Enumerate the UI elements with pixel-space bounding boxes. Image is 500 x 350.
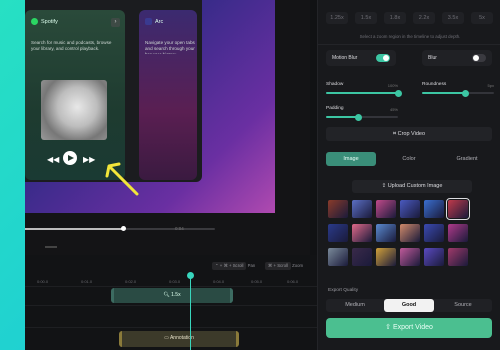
wallpaper-swatch[interactable]: [328, 224, 348, 242]
settings-panel: 1.25x 1.5x 1.8x 2.2x 3.5x 5x Select a zo…: [317, 0, 500, 350]
playback-scrubber[interactable]: 0:04: [25, 226, 310, 240]
current-time: 0:04: [175, 226, 184, 231]
zoom-level-option[interactable]: 2.2x: [413, 12, 435, 24]
roundness-slider[interactable]: Roundness 5px: [422, 80, 494, 102]
zoom-level-option[interactable]: 5x: [471, 12, 493, 24]
spotify-title: Spotify: [41, 19, 58, 25]
background-tabs: Image Color Gradient: [326, 152, 492, 166]
timeline: ⌃ + ⌘ + Scroll Pan ⌘ + Scroll Zoom 0:00.…: [25, 255, 343, 350]
wallpaper-swatch[interactable]: [352, 224, 372, 242]
play-button[interactable]: [63, 151, 77, 165]
annotation-clip[interactable]: ▭ Annotation: [119, 331, 239, 347]
playhead-handle[interactable]: [187, 272, 194, 279]
annotation-arrow-icon: [105, 162, 139, 196]
roundness-slider-handle[interactable]: [461, 89, 469, 97]
upload-custom-image-button[interactable]: ⇪ Upload Custom Image: [352, 180, 472, 193]
padding-slider-handle[interactable]: [354, 113, 362, 121]
blur-switch[interactable]: [472, 54, 486, 62]
preview-canvas: Spotify › Search for music and podcasts,…: [25, 0, 275, 213]
pan-hint: ⌃ + ⌘ + Scroll Pan: [212, 262, 255, 270]
spotify-description: Search for music and podcasts, browse yo…: [31, 40, 112, 51]
wallpaper-swatch[interactable]: [376, 248, 396, 266]
arc-card: Arc Navigate your open tabs and search t…: [139, 10, 197, 180]
preview-window: Spotify › Search for music and podcasts,…: [25, 0, 202, 182]
wallpaper-swatch[interactable]: [446, 198, 470, 220]
crop-video-button[interactable]: ⌗ Crop Video: [326, 127, 492, 141]
wallpaper-swatch[interactable]: [448, 248, 468, 266]
wallpaper-swatch[interactable]: [352, 248, 372, 266]
spotify-icon: [31, 18, 38, 25]
zoom-level-selector: 1.25x 1.5x 1.8x 2.2x 3.5x 5x: [326, 12, 494, 24]
wallpaper-swatch[interactable]: [376, 224, 396, 242]
spotify-card: Spotify › Search for music and podcasts,…: [25, 10, 125, 180]
tab-image[interactable]: Image: [326, 152, 376, 166]
quality-medium[interactable]: Medium: [330, 299, 380, 312]
timeline-ruler[interactable]: 0:00.0 0:01.0 0:02.0 0:03.0 0:04.0 0:05.…: [25, 277, 343, 285]
quality-source[interactable]: Source: [438, 299, 488, 312]
export-quality-label: Export Quality: [328, 288, 359, 293]
playhead[interactable]: [190, 273, 191, 350]
album-art: [41, 80, 107, 140]
wallpaper-grid: [328, 198, 492, 272]
wallpaper-swatch[interactable]: [376, 200, 396, 218]
editor-window: Spotify › Search for music and podcasts,…: [25, 0, 500, 350]
export-quality-selector: Medium Good Source: [326, 299, 492, 312]
playback-controls: ◀◀ ▶▶: [43, 151, 103, 167]
zoom-depth-hint: Select a zoom region in the timeline to …: [359, 34, 461, 39]
arc-title: Arc: [155, 19, 164, 25]
arc-icon: [145, 18, 152, 25]
tab-gradient[interactable]: Gradient: [442, 152, 492, 166]
crop-icon: ⌗: [392, 131, 397, 137]
zoom-level-option[interactable]: 1.8x: [384, 12, 406, 24]
wallpaper-swatch[interactable]: [400, 248, 420, 266]
export-icon: ⇧: [385, 324, 391, 331]
previous-track-icon[interactable]: ◀◀: [47, 155, 59, 164]
wallpaper-swatch[interactable]: [352, 200, 372, 218]
wallpaper-swatch[interactable]: [328, 200, 348, 218]
padding-slider[interactable]: Padding 45%: [326, 104, 398, 126]
zoom-level-option[interactable]: 3.5x: [442, 12, 464, 24]
zoom-clip-label: 🔍︎ 1.5x: [163, 292, 181, 298]
wallpaper-swatch[interactable]: [328, 248, 348, 266]
zoom-hint: ⌘ + Scroll Zoom: [265, 262, 303, 270]
next-track-icon[interactable]: ▶▶: [83, 155, 95, 164]
scrubber-handle[interactable]: [121, 226, 127, 231]
upload-icon: ⇪: [381, 183, 387, 189]
wallpaper-swatch[interactable]: [448, 224, 468, 242]
wallpaper-swatch[interactable]: [400, 224, 420, 242]
tab-color[interactable]: Color: [384, 152, 434, 166]
video-preview: Spotify › Search for music and podcasts,…: [25, 0, 310, 255]
zoom-level-option[interactable]: 1.25x: [326, 12, 348, 24]
shadow-slider[interactable]: Shadow 100%: [326, 80, 402, 102]
zoom-level-option[interactable]: 1.5x: [355, 12, 377, 24]
open-external-icon: ›: [111, 18, 120, 27]
zoom-clip[interactable]: 🔍︎ 1.5x: [111, 288, 233, 303]
wallpaper-swatch[interactable]: [400, 200, 420, 218]
quality-good[interactable]: Good: [384, 299, 434, 312]
motion-blur-switch[interactable]: [376, 54, 390, 62]
arc-description: Navigate your open tabs and search throu…: [145, 40, 195, 54]
annotation-clip-label: ▭ Annotation: [164, 335, 194, 341]
blur-toggle[interactable]: Blur: [422, 50, 492, 66]
resize-handle[interactable]: [45, 246, 57, 248]
wallpaper-swatch[interactable]: [424, 200, 444, 218]
motion-blur-toggle[interactable]: Motion Blur: [326, 50, 396, 66]
wallpaper-swatch[interactable]: [424, 248, 444, 266]
scrubber-progress: [25, 228, 124, 230]
shadow-slider-handle[interactable]: [394, 89, 402, 97]
wallpaper-swatch[interactable]: [424, 224, 444, 242]
export-video-button[interactable]: ⇧ Export Video: [326, 318, 492, 338]
